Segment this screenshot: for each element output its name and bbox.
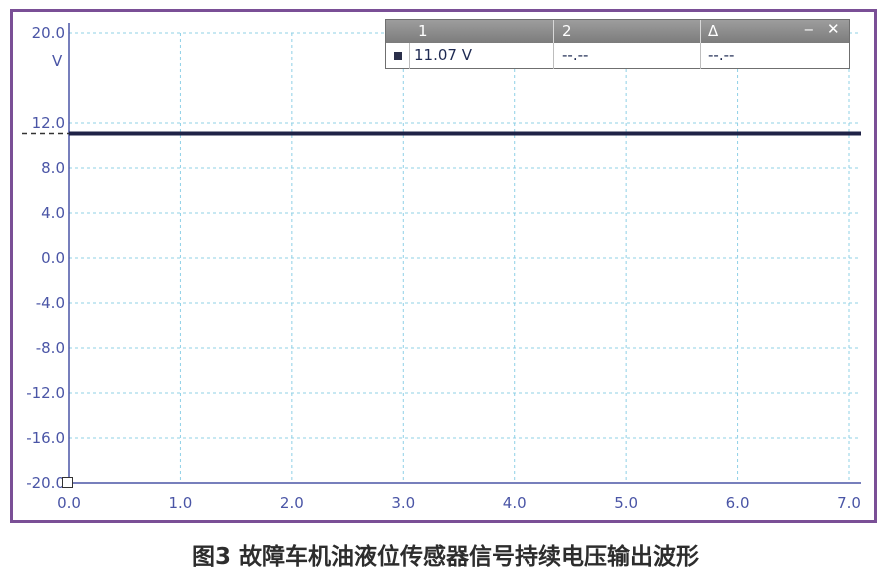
- y-tick-label: -8.0: [36, 339, 65, 357]
- x-tick-label: 3.0: [391, 494, 415, 512]
- cursor-values-row: 11.07 V --.-- --.--: [386, 43, 849, 69]
- cursor-readout-panel: 1 2 Δ ‒ ✕ 11.07 V --.-- --.--: [385, 19, 850, 69]
- cursor-panel-header[interactable]: 1 2 Δ ‒ ✕: [386, 20, 849, 43]
- x-tick-label: 2.0: [280, 494, 304, 512]
- x-tick-labels: 0.0 1.0 2.0 3.0 4.0 5.0 6.0 7.0: [57, 494, 861, 512]
- x-tick-label: 0.0: [57, 494, 81, 512]
- minimize-icon[interactable]: ‒: [804, 20, 814, 38]
- y-tick-label: -16.0: [26, 429, 65, 447]
- cursor-1-header: 1: [418, 22, 428, 40]
- y-tick-label: 4.0: [41, 204, 65, 222]
- cursor-1-value: 11.07 V: [414, 46, 472, 64]
- column-divider: [700, 20, 701, 43]
- column-divider: [700, 43, 701, 69]
- y-unit-label: V: [52, 52, 63, 70]
- x-tick-label: 1.0: [168, 494, 192, 512]
- y-tick-label: -20.0: [26, 474, 65, 492]
- y-tick-label: 12.0: [32, 114, 65, 132]
- y-tick-labels: 20.0 12.0 8.0 4.0 0.0 -4.0 -8.0 -12.0 -16.0 -20.0: [26, 24, 65, 492]
- delta-header: Δ: [708, 22, 719, 40]
- y-tick-label: -4.0: [36, 294, 65, 312]
- cursor-2-header: 2: [562, 22, 572, 40]
- x-tick-label: 6.0: [726, 494, 750, 512]
- channel-color-swatch: [394, 52, 402, 60]
- y-tick-label: -12.0: [26, 384, 65, 402]
- figure-caption: 图3 故障车机油液位传感器信号持续电压输出波形: [191, 544, 699, 570]
- column-divider: [553, 20, 554, 43]
- y-tick-label: 8.0: [41, 159, 65, 177]
- delta-value: --.--: [708, 46, 735, 64]
- x-tick-label: 7.0: [837, 494, 861, 512]
- x-tick-label: 5.0: [614, 494, 638, 512]
- y-tick-label: 20.0: [32, 24, 65, 42]
- cursor-2-value: --.--: [562, 46, 589, 64]
- x-tick-label: 4.0: [503, 494, 527, 512]
- origin-marker: [62, 477, 73, 488]
- column-divider: [553, 43, 554, 69]
- grid-layer: [68, 23, 861, 484]
- y-tick-label: 0.0: [41, 249, 65, 267]
- waveform-chart: 20.012.08.04.00.0-4.0-8.0-12.0-16.0-20.0…: [22, 23, 861, 512]
- column-divider: [409, 43, 410, 69]
- close-icon[interactable]: ✕: [827, 20, 840, 38]
